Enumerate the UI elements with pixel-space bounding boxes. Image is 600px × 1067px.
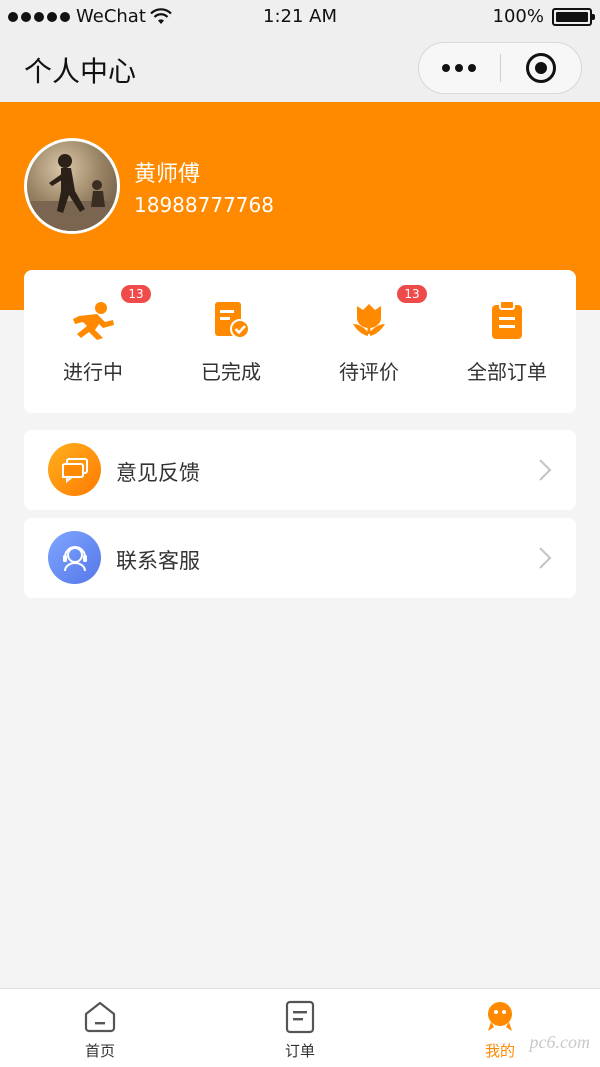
order-pending-review[interactable]: 待评价 13 xyxy=(300,270,438,413)
close-mini-program-button[interactable] xyxy=(501,43,582,93)
tab-mine[interactable]: 我的 xyxy=(400,989,600,1067)
mini-program-capsule xyxy=(418,42,582,94)
feedback-chat-icon xyxy=(48,443,101,496)
order-pending-review-label: 待评价 xyxy=(339,360,399,384)
chevron-right-icon xyxy=(539,547,552,569)
order-in-progress[interactable]: 进行中 13 xyxy=(24,270,162,413)
user-name: 黄师傅 xyxy=(134,162,201,187)
order-status-card: 进行中 13 已完成 待评价 13 全部订单 xyxy=(24,270,576,413)
target-circle-icon xyxy=(525,53,556,83)
battery-label: 100% xyxy=(492,6,544,27)
page-title: 个人中心 xyxy=(24,55,137,88)
order-pending-review-badge: 13 xyxy=(397,285,427,303)
profile-mascot-icon xyxy=(482,999,518,1035)
tab-mine-label: 我的 xyxy=(484,1042,515,1060)
menu-item-feedback[interactable]: 意见反馈 xyxy=(24,430,576,510)
menu-item-customer-service-label: 联系客服 xyxy=(116,549,200,573)
tab-home[interactable]: 首页 xyxy=(0,989,200,1067)
customer-service-icon xyxy=(48,531,101,584)
tab-bar: 首页 订单 我的 pc6.com xyxy=(0,988,600,1067)
order-list-icon xyxy=(282,999,318,1035)
document-check-icon xyxy=(207,298,255,342)
battery-icon xyxy=(552,7,595,26)
running-man-icon xyxy=(69,298,117,342)
order-completed[interactable]: 已完成 xyxy=(162,270,300,413)
home-icon xyxy=(82,999,118,1035)
status-bar: WeChat 1:21 AM 100% xyxy=(0,0,600,34)
chevron-right-icon xyxy=(539,459,552,481)
order-in-progress-badge: 13 xyxy=(121,285,151,303)
watermark: pc6.com xyxy=(529,1032,590,1052)
order-all-label: 全部订单 xyxy=(467,360,547,384)
order-in-progress-label: 进行中 xyxy=(63,360,123,384)
menu-item-customer-service[interactable]: 联系客服 xyxy=(24,518,576,598)
clipboard-icon xyxy=(483,298,531,342)
more-button[interactable] xyxy=(419,43,500,93)
order-completed-label: 已完成 xyxy=(201,360,261,384)
status-right: 100% xyxy=(492,6,595,27)
menu-item-feedback-label: 意见反馈 xyxy=(116,461,200,485)
flower-icon xyxy=(345,298,393,342)
avatar[interactable] xyxy=(24,138,120,234)
tab-orders[interactable]: 订单 xyxy=(200,989,400,1067)
tab-orders-label: 订单 xyxy=(284,1042,315,1060)
order-all[interactable]: 全部订单 xyxy=(438,270,576,413)
user-phone: 18988777768 xyxy=(134,193,274,217)
more-dots-icon xyxy=(442,64,477,72)
tab-home-label: 首页 xyxy=(84,1042,115,1060)
nav-bar: 个人中心 xyxy=(0,34,600,102)
